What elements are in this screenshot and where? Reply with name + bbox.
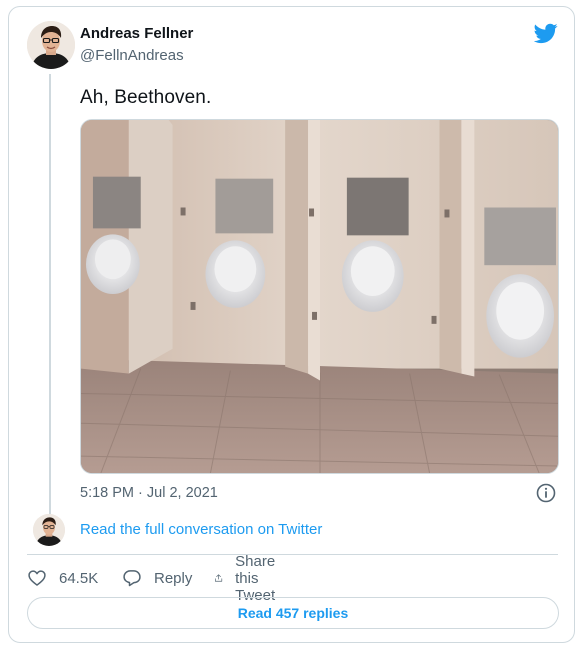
embedded-tweet-card: Andreas Fellner @FellnAndreas Ah, Beetho… bbox=[8, 6, 575, 643]
author-handle[interactable]: @FellnAndreas bbox=[80, 47, 184, 64]
thread-line bbox=[49, 74, 51, 514]
like-count: 64.5K bbox=[59, 569, 99, 587]
author-avatar[interactable] bbox=[27, 21, 75, 69]
read-replies-button[interactable]: Read 457 replies bbox=[27, 597, 559, 629]
reply-label: Reply bbox=[154, 569, 193, 587]
info-icon[interactable] bbox=[536, 483, 556, 503]
share-icon bbox=[214, 574, 223, 582]
tweet-photo[interactable] bbox=[80, 119, 559, 474]
author-name[interactable]: Andreas Fellner bbox=[80, 25, 193, 42]
tweet-timestamp[interactable]: 5:18 PM · Jul 2, 2021 bbox=[80, 485, 218, 501]
read-conversation-link[interactable]: Read the full conversation on Twitter bbox=[80, 521, 322, 538]
twitter-bird-icon[interactable] bbox=[533, 21, 558, 45]
like-button[interactable]: 64.5K bbox=[27, 567, 98, 589]
heart-icon bbox=[28, 570, 46, 586]
tweet-text: Ah, Beethoven. bbox=[80, 87, 212, 108]
read-replies-label: Read 457 replies bbox=[237, 605, 349, 621]
share-label: Share this Tweet bbox=[235, 552, 276, 604]
divider bbox=[27, 554, 558, 555]
author-avatar-small[interactable] bbox=[33, 514, 65, 546]
reply-button[interactable]: Reply bbox=[122, 567, 192, 589]
reply-icon bbox=[123, 570, 141, 587]
share-button[interactable]: Share this Tweet bbox=[214, 553, 286, 604]
